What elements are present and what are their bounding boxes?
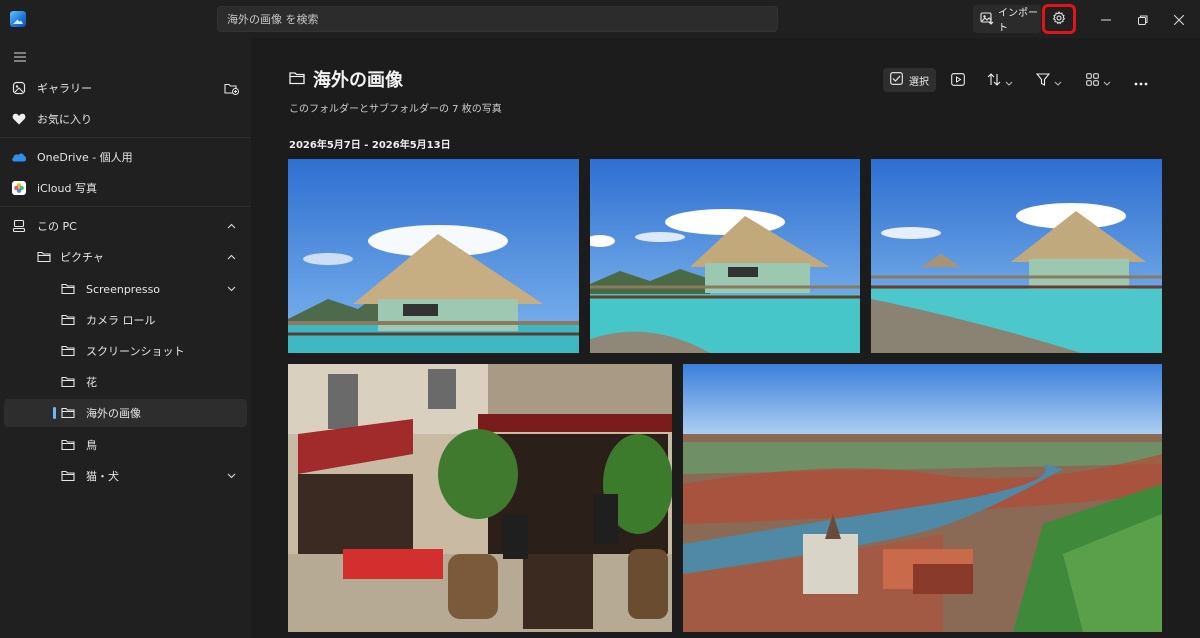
page-title: 海外の画像 (289, 66, 403, 92)
photo-thumbnail[interactable] (683, 364, 1162, 632)
chevron-up-icon[interactable] (225, 251, 237, 263)
select-label: 選択 (909, 76, 929, 88)
sidebar-divider (0, 137, 251, 138)
sidebar-item-cats-dogs[interactable]: 猫・犬 (4, 462, 247, 490)
sidebar-item-icloud[interactable]: iCloud 写真 (4, 174, 247, 202)
sidebar-divider (0, 206, 251, 207)
chevron-up-icon[interactable] (225, 220, 237, 232)
title-bar: インポート (0, 0, 1200, 38)
sidebar-item-camera-roll[interactable]: カメラ ロール (4, 306, 247, 334)
sidebar-item-label: Screenpresso (86, 282, 161, 296)
sidebar-item-label: ピクチャ (60, 251, 104, 264)
restore-icon (1138, 10, 1148, 29)
sidebar-item-label: お気に入り (37, 113, 92, 126)
folder-icon (36, 249, 52, 265)
sidebar-item-birds[interactable]: 鳥 (4, 431, 247, 459)
checkbox-icon (890, 72, 903, 88)
sidebar-item-favorites[interactable]: お気に入り (4, 105, 247, 133)
sidebar-item-this-pc[interactable]: この PC (4, 212, 247, 240)
photo-thumbnail[interactable] (288, 159, 579, 353)
add-folder-icon[interactable] (223, 80, 239, 96)
minimize-button[interactable] (1095, 8, 1117, 30)
folder-icon (60, 437, 76, 453)
sidebar-item-label: ギャラリー (37, 82, 92, 95)
slideshow-button[interactable] (951, 68, 965, 92)
chevron-down-icon (1054, 71, 1062, 90)
icloud-photos-icon (11, 180, 27, 196)
gallery-icon (11, 80, 27, 96)
close-button[interactable] (1168, 8, 1190, 30)
sort-icon (987, 71, 1001, 90)
heart-icon (11, 111, 27, 127)
folder-title-text: 海外の画像 (313, 70, 403, 91)
sidebar: ギャラリー お気に入り OneDrive - 個人用 iCloud 写真 この … (0, 38, 251, 638)
chevron-down-icon (1005, 71, 1013, 90)
folder-icon (60, 281, 76, 297)
minimize-icon (1101, 10, 1111, 29)
sidebar-item-label: 鳥 (86, 439, 97, 452)
select-button[interactable]: 選択 (883, 68, 936, 92)
search-input[interactable] (218, 7, 777, 31)
hamburger-menu-button[interactable] (4, 43, 34, 71)
onedrive-icon (11, 149, 27, 165)
import-label: インポート (998, 8, 1038, 34)
photo-count-subtitle: このフォルダーとサブフォルダーの 7 枚の写真 (289, 104, 502, 115)
gear-icon (1052, 10, 1066, 29)
main-content: 海外の画像 このフォルダーとサブフォルダーの 7 枚の写真 選択 2026年5月… (251, 38, 1200, 638)
import-icon (980, 11, 994, 28)
more-options-button[interactable] (1134, 68, 1148, 92)
folder-icon (60, 312, 76, 328)
sidebar-item-label: この PC (37, 220, 77, 233)
filter-button[interactable] (1035, 68, 1062, 92)
selection-indicator (53, 407, 56, 419)
search-box[interactable] (217, 6, 778, 32)
sidebar-item-label: 猫・犬 (86, 470, 119, 483)
close-icon (1173, 10, 1185, 29)
view-layout-button[interactable] (1086, 68, 1111, 92)
sidebar-item-onedrive[interactable]: OneDrive - 個人用 (4, 143, 247, 171)
folder-icon (289, 70, 305, 89)
chevron-down-icon[interactable] (225, 283, 237, 295)
computer-icon (11, 218, 27, 234)
photo-thumbnail[interactable] (288, 364, 672, 632)
more-icon (1134, 71, 1148, 90)
sidebar-item-gallery[interactable]: ギャラリー (4, 74, 247, 102)
sidebar-item-label: iCloud 写真 (37, 182, 97, 195)
sidebar-item-label: カメラ ロール (86, 314, 156, 327)
sidebar-item-label: 海外の画像 (86, 407, 141, 420)
date-group-header: 2026年5月7日 - 2026年5月13日 (289, 140, 451, 151)
sidebar-item-flowers[interactable]: 花 (4, 368, 247, 396)
sidebar-item-screenpresso[interactable]: Screenpresso (4, 275, 247, 303)
restore-button[interactable] (1132, 8, 1154, 30)
filter-icon (1035, 71, 1051, 90)
import-button[interactable]: インポート (973, 5, 1041, 34)
sidebar-item-pictures[interactable]: ピクチャ (4, 243, 247, 271)
chevron-down-icon (1103, 71, 1111, 90)
settings-button[interactable] (1042, 4, 1076, 34)
photos-app-icon (10, 11, 26, 27)
grid-view-icon (1086, 71, 1099, 90)
sidebar-item-screenshots[interactable]: スクリーンショット (4, 337, 247, 365)
slideshow-icon (951, 71, 965, 90)
hamburger-icon (12, 49, 28, 65)
folder-icon (60, 405, 76, 421)
chevron-down-icon[interactable] (225, 470, 237, 482)
photo-thumbnail[interactable] (871, 159, 1162, 353)
sidebar-item-overseas-images[interactable]: 海外の画像 (4, 399, 247, 427)
folder-icon (60, 343, 76, 359)
sidebar-item-label: 花 (86, 376, 97, 389)
sort-button[interactable] (987, 68, 1013, 92)
folder-icon (60, 374, 76, 390)
sidebar-item-label: スクリーンショット (86, 345, 185, 358)
sidebar-item-label: OneDrive - 個人用 (37, 151, 133, 164)
folder-icon (60, 468, 76, 484)
photo-thumbnail[interactable] (590, 159, 860, 353)
